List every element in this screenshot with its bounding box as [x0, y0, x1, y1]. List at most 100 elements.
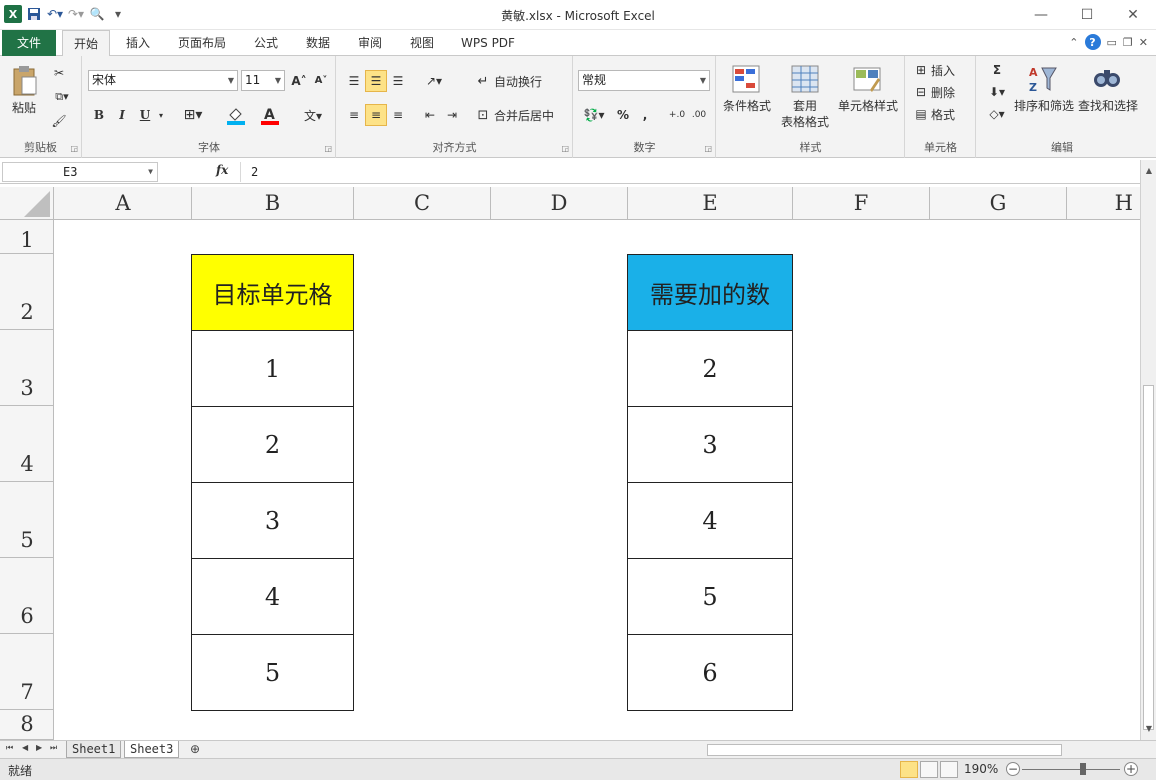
- name-box[interactable]: E3 ▼: [2, 162, 158, 182]
- conditional-format-icon[interactable]: [727, 62, 765, 96]
- orientation-icon[interactable]: ↗▾: [419, 70, 449, 92]
- tab-view[interactable]: 视图: [400, 30, 444, 56]
- first-sheet-icon[interactable]: ⏮: [6, 743, 13, 753]
- cell-e5[interactable]: 4: [627, 482, 793, 559]
- sheet-tab-sheet1[interactable]: Sheet1: [66, 741, 122, 758]
- format-painter-icon[interactable]: 🖌: [50, 112, 68, 130]
- row-header-1[interactable]: 1: [0, 220, 53, 254]
- cell-b5[interactable]: 3: [191, 482, 354, 559]
- format-as-table-label-a[interactable]: 套用: [777, 98, 833, 114]
- normal-view-button[interactable]: [900, 761, 918, 778]
- currency-icon[interactable]: 💱▾: [578, 104, 610, 126]
- horizontal-scrollbar[interactable]: [695, 743, 1140, 757]
- row-header-7[interactable]: 7: [0, 634, 53, 710]
- cell-b7[interactable]: 5: [191, 634, 354, 711]
- autosum-button[interactable]: Σ: [983, 60, 1011, 80]
- align-right-icon[interactable]: ≡: [387, 104, 409, 126]
- comma-button[interactable]: ,: [636, 104, 654, 126]
- paste-icon[interactable]: [6, 62, 44, 100]
- alignment-launcher-icon[interactable]: ◲: [561, 144, 569, 153]
- cell-b2-header[interactable]: 目标单元格: [191, 254, 354, 331]
- page-break-view-button[interactable]: [940, 761, 958, 778]
- column-header-b[interactable]: B: [192, 187, 354, 220]
- sort-filter-icon[interactable]: AZ: [1025, 62, 1061, 96]
- copy-icon[interactable]: ⧉▾: [50, 88, 74, 106]
- select-all-button[interactable]: [0, 187, 54, 220]
- maximize-button[interactable]: ☐: [1064, 0, 1110, 30]
- format-cells-icon[interactable]: ▤: [912, 104, 930, 124]
- format-cells-button[interactable]: 格式: [930, 104, 972, 124]
- close-button[interactable]: ✕: [1110, 0, 1156, 30]
- merge-center-icon[interactable]: ⊡: [473, 104, 493, 126]
- worksheet-grid[interactable]: 目标单元格 1 2 3 4 5 需要加的数 2 3 4 5 6: [55, 220, 1140, 740]
- cell-e3[interactable]: 2: [627, 330, 793, 407]
- fill-icon[interactable]: ⬇▾: [983, 82, 1011, 102]
- cell-e2-header[interactable]: 需要加的数: [627, 254, 793, 331]
- align-center-icon[interactable]: ≡: [365, 104, 387, 126]
- cell-b6[interactable]: 4: [191, 558, 354, 635]
- scroll-up-icon[interactable]: ▲: [1141, 164, 1156, 178]
- merge-center-button[interactable]: 合并后居中: [493, 104, 569, 126]
- doc-minimize-icon[interactable]: ▭: [1107, 36, 1117, 49]
- formula-input[interactable]: 2: [240, 162, 1140, 182]
- zoom-out-icon[interactable]: −: [1006, 762, 1020, 776]
- number-launcher-icon[interactable]: ◲: [704, 144, 712, 153]
- cell-styles-icon[interactable]: [849, 62, 885, 96]
- new-sheet-icon[interactable]: ⊕: [190, 742, 200, 756]
- format-as-table-label-b[interactable]: 表格格式: [773, 114, 837, 130]
- row-header-5[interactable]: 5: [0, 482, 53, 558]
- align-left-icon[interactable]: ≡: [343, 104, 365, 126]
- cell-e4[interactable]: 3: [627, 406, 793, 483]
- number-format-combo[interactable]: 常规 ▼: [578, 70, 710, 91]
- delete-cells-icon[interactable]: ⊟: [912, 82, 930, 102]
- wrap-text-icon[interactable]: ↵: [473, 70, 493, 92]
- grow-font-button[interactable]: A˄: [289, 70, 309, 91]
- wrap-text-button[interactable]: 自动换行: [493, 70, 557, 92]
- tab-home[interactable]: 开始: [62, 30, 110, 57]
- doc-close-icon[interactable]: ✕: [1139, 36, 1148, 49]
- delete-cells-button[interactable]: 删除: [930, 82, 972, 102]
- zoom-slider[interactable]: [1022, 769, 1120, 770]
- column-header-d[interactable]: D: [491, 187, 628, 220]
- font-launcher-icon[interactable]: ◲: [324, 144, 332, 153]
- tab-page-layout[interactable]: 页面布局: [170, 30, 234, 56]
- tab-insert[interactable]: 插入: [116, 30, 160, 56]
- minimize-button[interactable]: —: [1018, 0, 1064, 30]
- tab-file[interactable]: 文件: [2, 30, 56, 56]
- increase-indent-icon[interactable]: ⇥: [441, 104, 463, 126]
- fill-color-icon[interactable]: [221, 104, 251, 126]
- italic-button[interactable]: I: [112, 104, 132, 126]
- cut-icon[interactable]: ✂: [50, 64, 68, 82]
- scroll-down-icon[interactable]: ▼: [1141, 722, 1156, 736]
- prev-sheet-icon[interactable]: ◀: [22, 743, 28, 752]
- bold-button[interactable]: B: [89, 104, 109, 126]
- vertical-scrollbar[interactable]: ▲ ▼: [1140, 160, 1156, 740]
- increase-decimal-icon[interactable]: +.0: [666, 104, 688, 126]
- find-select-label[interactable]: 查找和选择: [1075, 98, 1141, 114]
- ribbon-collapse-icon[interactable]: ⌃: [1069, 36, 1078, 49]
- underline-dropdown-icon[interactable]: ▾: [156, 104, 166, 126]
- sort-filter-label[interactable]: 排序和筛选: [1011, 98, 1077, 114]
- tab-data[interactable]: 数据: [296, 30, 340, 56]
- percent-button[interactable]: %: [614, 104, 632, 126]
- row-header-3[interactable]: 3: [0, 330, 53, 406]
- column-header-e[interactable]: E: [628, 187, 793, 220]
- insert-cells-button[interactable]: 插入: [930, 60, 972, 80]
- sheet-tab-sheet3[interactable]: Sheet3: [124, 741, 180, 758]
- align-top-icon[interactable]: ☰: [343, 70, 365, 92]
- insert-cells-icon[interactable]: ⊞: [912, 60, 930, 80]
- column-header-f[interactable]: F: [793, 187, 930, 220]
- borders-icon[interactable]: ⊞▾: [178, 104, 208, 126]
- cell-e7[interactable]: 6: [627, 634, 793, 711]
- doc-restore-icon[interactable]: ❐: [1123, 36, 1133, 49]
- font-size-combo[interactable]: 11 ▼: [241, 70, 285, 91]
- row-header-8[interactable]: 8: [0, 710, 53, 740]
- clipboard-launcher-icon[interactable]: ◲: [70, 144, 78, 153]
- format-as-table-icon[interactable]: [787, 62, 823, 96]
- shrink-font-button[interactable]: A˅: [311, 70, 331, 91]
- zoom-in-icon[interactable]: +: [1124, 762, 1138, 776]
- align-bottom-icon[interactable]: ☰: [387, 70, 409, 92]
- column-header-g[interactable]: G: [930, 187, 1067, 220]
- tab-review[interactable]: 审阅: [348, 30, 392, 56]
- zoom-slider-thumb[interactable]: [1080, 763, 1086, 775]
